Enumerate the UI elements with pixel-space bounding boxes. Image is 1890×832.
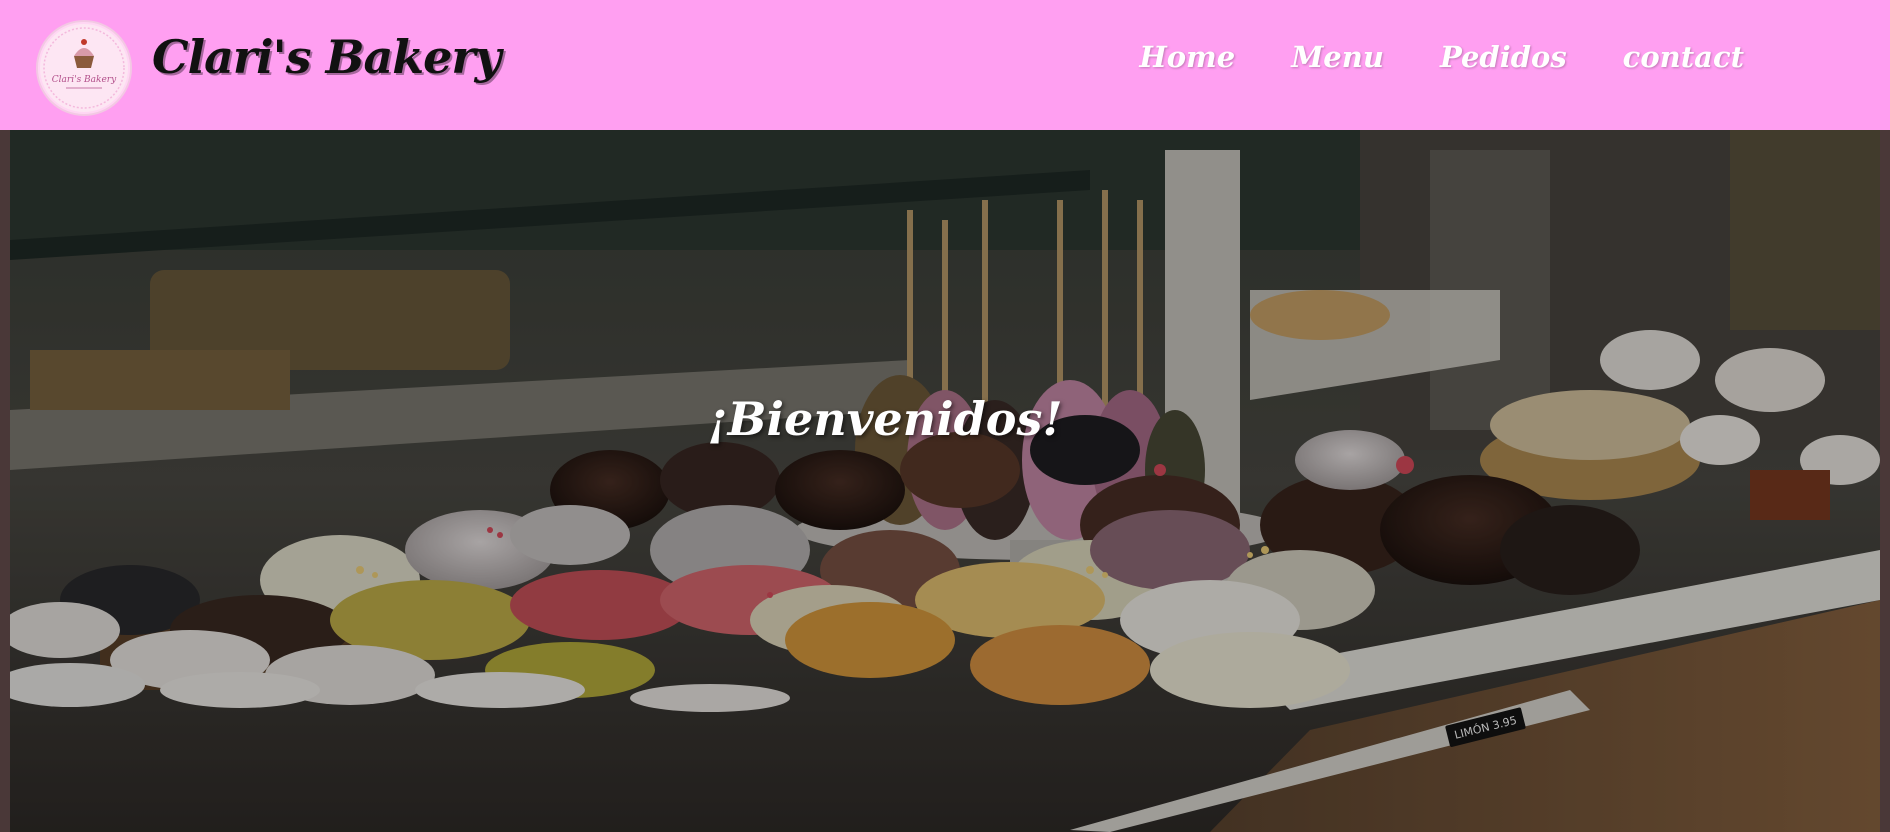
right-edge — [1880, 130, 1890, 832]
main-nav: Home Menu Pedidos contact — [1139, 40, 1744, 74]
logo[interactable]: Clari's Bakery — [36, 20, 132, 116]
nav-contact[interactable]: contact — [1623, 40, 1744, 74]
nav-pedidos[interactable]: Pedidos — [1440, 40, 1567, 74]
left-edge — [0, 130, 10, 832]
brand-title[interactable]: Clari's Bakery — [152, 30, 501, 84]
site-header: Clari's Bakery Clari's Bakery Home Menu … — [0, 0, 1890, 130]
svg-text:Clari's Bakery: Clari's Bakery — [52, 75, 117, 85]
hero-title: ¡Bienvenidos! — [707, 392, 1063, 446]
bakery-display-photo: LIMÓN 3.95 — [10, 130, 1880, 832]
cupcake-icon: Clari's Bakery — [40, 24, 128, 112]
hero-banner: LIMÓN 3.95 ¡Bienvenidos! — [10, 130, 1880, 832]
nav-menu[interactable]: Menu — [1291, 40, 1384, 74]
nav-home[interactable]: Home — [1139, 40, 1235, 74]
